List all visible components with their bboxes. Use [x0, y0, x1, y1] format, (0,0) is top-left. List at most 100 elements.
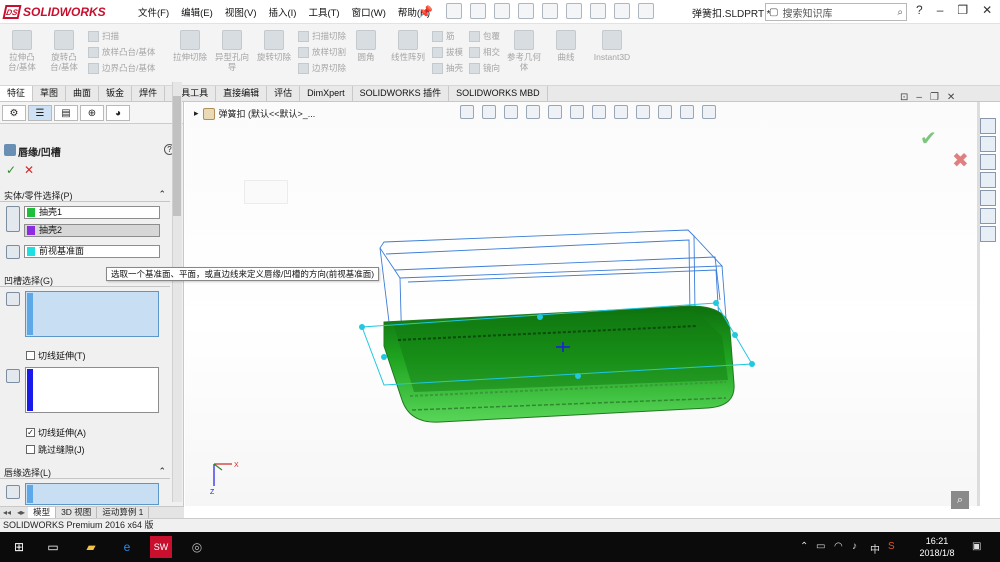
groove-faces-listbox[interactable] — [25, 291, 159, 337]
revolve-boss-button[interactable]: 旋转凸台/基体 — [46, 30, 82, 86]
file-explorer-icon[interactable] — [980, 154, 996, 170]
boundary-cut-button[interactable]: 边界切除 — [298, 62, 346, 74]
undo-icon[interactable] — [542, 3, 558, 19]
notification-center-icon[interactable]: ▣ — [972, 541, 981, 552]
extrude-boss-button[interactable]: 拉伸凸台/基体 — [4, 30, 40, 86]
new-file-icon[interactable] — [446, 3, 462, 19]
feature-manager-icon[interactable]: ⚙ — [2, 105, 26, 121]
viewport-search-icon[interactable]: ⌕ — [951, 491, 969, 509]
file-properties-icon[interactable] — [614, 3, 630, 19]
menu-file[interactable]: 文件(F) — [132, 5, 175, 19]
jump-gaps-checkbox[interactable]: 跳过缝隙(J) — [26, 443, 85, 456]
intersect-button[interactable]: 相交 — [469, 46, 500, 58]
tab-solidworks-mbd[interactable]: SOLIDWORKS MBD — [449, 86, 548, 101]
tray-wifi-icon[interactable]: ◠ — [834, 541, 843, 552]
checkbox-unchecked[interactable] — [26, 351, 35, 360]
tab-dimxpert[interactable]: DimXpert — [300, 86, 353, 101]
menu-edit[interactable]: 编辑(E) — [175, 5, 219, 19]
checkbox-checked[interactable]: ✓ — [26, 428, 35, 437]
tab-sketch[interactable]: 草图 — [33, 86, 67, 101]
tab-scroll-prev-icon[interactable]: ◂▸ — [14, 507, 28, 518]
swept-cut-button[interactable]: 扫描切除 — [298, 30, 346, 42]
display-manager-icon[interactable]: ◕ — [106, 105, 130, 121]
help-icon[interactable]: ? — [916, 3, 923, 17]
curves-button[interactable]: 曲线 — [548, 30, 584, 86]
close-button[interactable]: ✕ — [982, 3, 992, 17]
tab-model[interactable]: 模型 — [28, 507, 57, 518]
body-item-shell2[interactable]: 抽壳2 — [24, 224, 160, 237]
print-icon[interactable] — [518, 3, 534, 19]
select-icon[interactable] — [566, 3, 582, 19]
rebuild-icon[interactable] — [590, 3, 606, 19]
solidworks-resources-icon[interactable] — [980, 118, 996, 134]
section-lip-selection[interactable]: 唇缘选择(L) ⌃ — [0, 466, 170, 479]
tray-volume-icon[interactable]: ♪ — [852, 541, 857, 552]
sweep-button[interactable]: 扫描 — [88, 30, 155, 42]
tab-surfaces[interactable]: 曲面 — [66, 86, 100, 101]
appearances-icon[interactable] — [980, 190, 996, 206]
fillet-button[interactable]: 圆角 — [348, 30, 384, 86]
property-manager-icon[interactable]: ☰ — [28, 105, 52, 121]
collapse-chevron-icon[interactable]: ⌃ — [158, 189, 170, 201]
mirror-button[interactable]: 镜向 — [469, 62, 500, 74]
options-gear-icon[interactable] — [638, 3, 654, 19]
search-mode-icon[interactable]: ▢ — [769, 7, 778, 18]
save-icon[interactable] — [494, 3, 510, 19]
tab-weldments[interactable]: 焊件 — [132, 86, 166, 101]
tray-people-icon[interactable]: ⌃ — [800, 541, 808, 552]
wrap-button[interactable]: 包覆 — [469, 30, 500, 42]
app-taskbar-icon[interactable]: ◎ — [186, 536, 208, 558]
windows-start-icon[interactable]: ⊞ — [8, 536, 30, 558]
tab-features[interactable]: 特征 — [0, 86, 34, 101]
boundary-boss-button[interactable]: 边界凸台/基体 — [88, 62, 155, 74]
instant3d-button[interactable]: Instant3D — [590, 30, 634, 86]
tangent-propagation-checkbox-2[interactable]: ✓ 切线延伸(A) — [26, 426, 86, 439]
search-icon[interactable]: ⌕ — [897, 7, 906, 18]
collapse-chevron-icon[interactable]: ⌃ — [158, 466, 170, 478]
file-explorer-taskbar-icon[interactable]: ▰ — [80, 536, 102, 558]
tab-motion-study[interactable]: 运动算例 1 — [97, 507, 150, 518]
tab-solidworks-addins[interactable]: SOLIDWORKS 插件 — [353, 86, 450, 101]
open-file-icon[interactable] — [470, 3, 486, 19]
cancel-button[interactable]: ✕ — [24, 163, 34, 177]
edge-browser-icon[interactable]: e — [116, 536, 138, 558]
tab-scroll-first-icon[interactable]: ◂◂ — [0, 507, 14, 518]
configuration-manager-icon[interactable]: ▤ — [54, 105, 78, 121]
menu-window[interactable]: 窗口(W) — [346, 5, 392, 19]
design-library-icon[interactable] — [980, 136, 996, 152]
body-item-shell1[interactable]: 抽壳1 — [24, 206, 160, 219]
panel-scrollbar-thumb[interactable] — [173, 96, 181, 216]
checkbox-unchecked[interactable] — [26, 445, 35, 454]
tab-direct-editing[interactable]: 直接编辑 — [216, 86, 268, 101]
draft-button[interactable]: 拔模 — [432, 46, 463, 58]
ok-button[interactable]: ✓ — [6, 163, 16, 177]
solidworks-logo[interactable]: DS SOLIDWORKS — [2, 3, 106, 21]
ime-indicator[interactable]: 中 — [870, 541, 880, 556]
menu-insert[interactable]: 插入(I) — [262, 5, 302, 19]
view-palette-icon[interactable] — [980, 172, 996, 188]
extrude-cut-button[interactable]: 拉伸切除 — [172, 30, 208, 86]
loft-button[interactable]: 放样凸台/基体 — [88, 46, 155, 58]
minimize-button[interactable]: – — [937, 3, 944, 17]
menu-tools[interactable]: 工具(T) — [302, 5, 345, 19]
model-3d-view[interactable]: X Z — [185, 102, 977, 506]
tab-3d-views[interactable]: 3D 视图 — [56, 507, 98, 518]
taskbar-clock[interactable]: 16:21 2018/1/8 — [912, 535, 962, 559]
pin-icon[interactable]: 📌 — [418, 5, 433, 19]
tab-sheet-metal[interactable]: 钣金 — [99, 86, 133, 101]
hole-wizard-button[interactable]: 异型孔向导 — [214, 30, 250, 86]
linear-pattern-button[interactable]: 线性阵列 — [390, 30, 426, 86]
section-body-selection[interactable]: 实体/零件选择(P) ⌃ — [0, 189, 170, 202]
task-view-icon[interactable]: ▭ — [42, 536, 64, 558]
restore-button[interactable]: ❐ — [957, 3, 968, 17]
revolve-cut-button[interactable]: 旋转切除 — [256, 30, 292, 86]
tab-evaluate[interactable]: 评估 — [267, 86, 301, 101]
forum-icon[interactable] — [980, 226, 996, 242]
tray-sogou-icon[interactable]: S — [888, 541, 895, 552]
lofted-cut-button[interactable]: 放样切割 — [298, 46, 346, 58]
shell-button[interactable]: 抽壳 — [432, 62, 463, 74]
tray-network-icon[interactable]: ▭ — [816, 541, 825, 552]
lip-faces-listbox[interactable] — [25, 483, 159, 505]
search-knowledge-base[interactable]: ▢ 搜索知识库 ⌕ — [765, 3, 907, 21]
custom-properties-icon[interactable] — [980, 208, 996, 224]
